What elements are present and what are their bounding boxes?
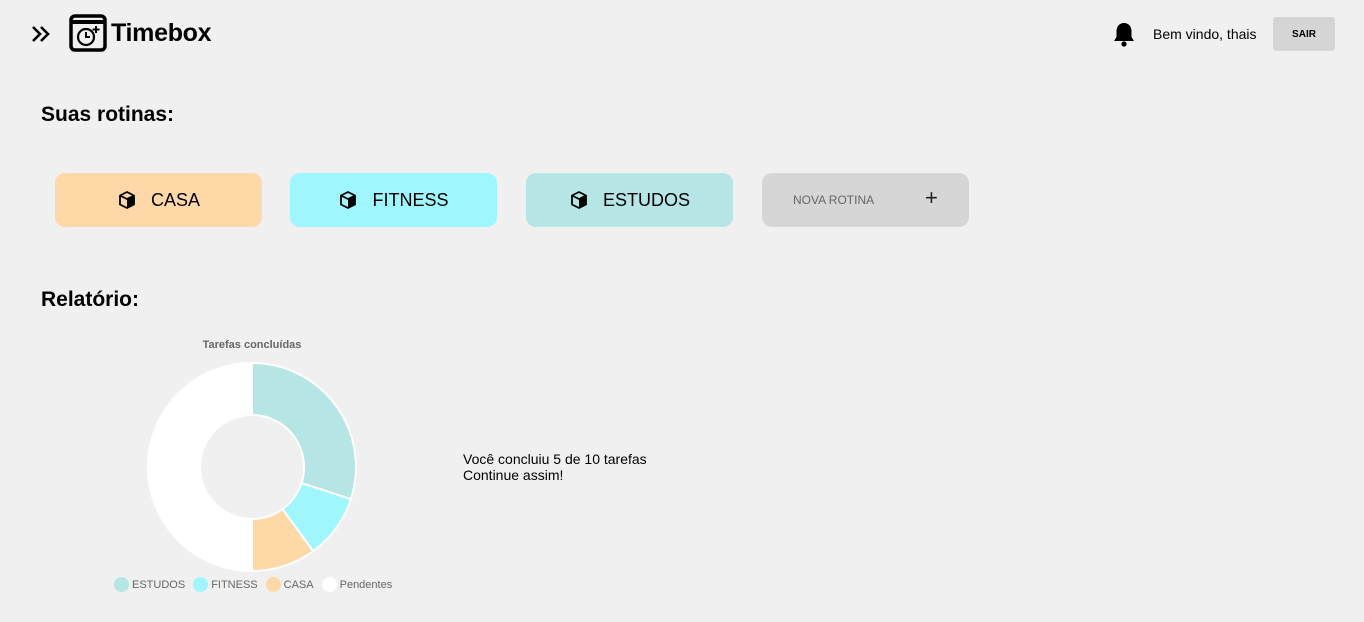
header: Timebox Bem vindo, thais SAIR [0,0,1364,70]
legend-item-fitness[interactable]: FITNESS [193,577,258,592]
legend-swatch [321,577,337,592]
legend-label: CASA [283,578,314,591]
legend-item-casa[interactable]: CASA [265,577,314,592]
legend-label: Pendentes [339,578,393,591]
new-routine-button[interactable]: NOVA ROTINA + [762,173,969,227]
routine-label: FITNESS [372,189,449,210]
legend-label: FITNESS [211,578,258,591]
double-chevron-right-icon[interactable] [30,22,54,46]
cube-icon [571,191,587,209]
donut-slice-pendentes[interactable] [147,361,253,573]
summary-encouragement: Continue assim! [463,467,564,483]
routine-label: ESTUDOS [602,189,690,210]
cube-icon [119,191,135,209]
calendar-clock-icon [69,14,107,52]
legend-swatch [265,577,281,592]
report-title: Relatório: [41,288,140,311]
legend-item-estudos[interactable]: ESTUDOS [114,577,185,592]
legend-swatch [193,577,209,592]
bell-icon[interactable] [1112,21,1136,47]
chart-legend: ESTUDOS FITNESS CASA Pendentes [114,577,400,592]
routine-card-fitness[interactable]: FITNESS [290,173,497,227]
legend-item-pendentes[interactable]: Pendentes [321,577,393,592]
summary-text: Você concluiu 5 de 10 tarefas [463,451,647,467]
donut-chart [147,361,357,573]
app-name: Timebox [111,18,212,47]
routine-card-estudos[interactable]: ESTUDOS [526,173,733,227]
cube-icon [340,191,357,209]
welcome-text: Bem vindo, thais [1153,26,1257,42]
legend-swatch [114,577,129,592]
new-routine-label: NOVA ROTINA [793,193,875,207]
routine-label: CASA [150,189,201,210]
logout-button[interactable]: SAIR [1273,17,1335,51]
routine-card-casa[interactable]: CASA [55,173,262,227]
report-summary: Você concluiu 5 de 10 tarefas Continue a… [463,451,647,483]
routines-title: Suas rotinas: [41,103,175,126]
plus-icon: + [925,185,938,210]
logo[interactable]: Timebox [69,14,212,52]
donut-slice-estudos[interactable] [251,361,357,501]
chart-title: Tarefas concluídas [202,339,302,351]
legend-label: ESTUDOS [132,578,186,591]
